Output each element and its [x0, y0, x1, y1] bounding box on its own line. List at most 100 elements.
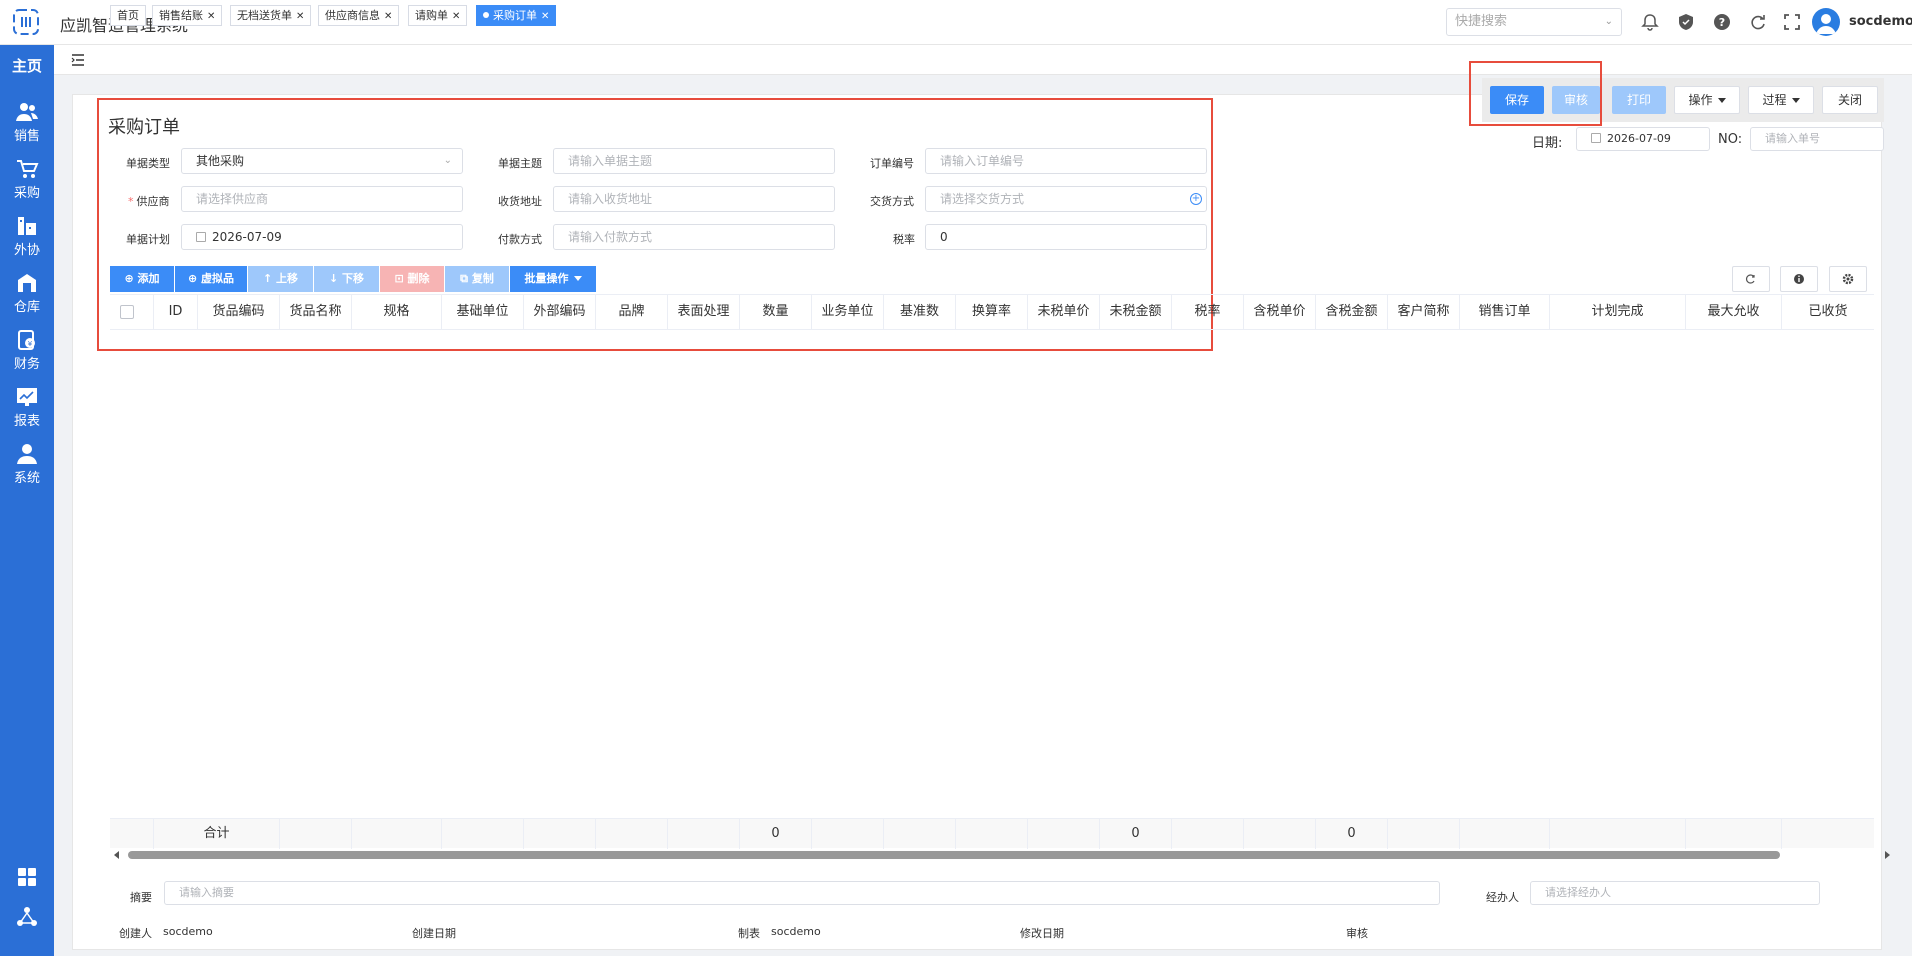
tab-supplier-info[interactable]: 供应商信息 ✕	[318, 5, 400, 26]
column-header[interactable]: 换算率	[956, 295, 1028, 329]
column-header[interactable]: 税率	[1172, 295, 1244, 329]
add-circle-icon[interactable]: +	[1190, 193, 1202, 205]
close-icon[interactable]: ✕	[541, 11, 549, 22]
move-up-button[interactable]: ↑ 上移	[248, 266, 313, 292]
tab-no-file-delivery[interactable]: 无档送货单 ✕	[230, 5, 312, 26]
column-header[interactable]: 基础单位	[442, 295, 524, 329]
select-all-checkbox[interactable]	[120, 305, 134, 319]
column-header[interactable]: 未税单价	[1028, 295, 1100, 329]
column-header[interactable]: ID	[154, 295, 198, 329]
copy-button[interactable]: ⧉ 复制	[445, 266, 509, 292]
tax-rate-input[interactable]: 0	[925, 224, 1207, 250]
network-icon[interactable]	[15, 905, 39, 929]
add-row-button[interactable]: ⊕ 添加	[110, 266, 174, 292]
column-header[interactable]: 未税金额	[1100, 295, 1172, 329]
sidebar-item-sales[interactable]: 销售	[0, 101, 54, 153]
batch-operation-dropdown[interactable]: 批量操作	[510, 266, 596, 292]
sidebar-item-finance[interactable]: ¥ 财务	[0, 329, 54, 381]
table-settings-button[interactable]	[1829, 266, 1867, 292]
sidebar-item-system[interactable]: 系统	[0, 443, 54, 495]
move-down-button[interactable]: ↓ 下移	[314, 266, 379, 292]
date-input[interactable]: 2026-07-09	[1576, 127, 1710, 151]
tab-purchase-request[interactable]: 请购单 ✕	[408, 5, 468, 26]
virtual-item-button[interactable]: ⊕ 虚拟品	[175, 266, 247, 292]
table-info-button[interactable]	[1780, 266, 1818, 292]
username[interactable]: socdemo	[1849, 14, 1912, 29]
sidebar-home[interactable]: 主页	[0, 55, 54, 76]
doc-plan-date-input[interactable]: 2026-07-09	[181, 224, 463, 250]
delete-button[interactable]: ⊡ 删除	[380, 266, 444, 292]
order-no-input[interactable]: 请输入订单编号	[925, 148, 1207, 174]
audit-button[interactable]: 审核	[1552, 86, 1600, 114]
no-input[interactable]: 请输入单号	[1750, 127, 1884, 151]
tab-label: 无档送货单	[237, 9, 292, 22]
column-header[interactable]: 基准数	[884, 295, 956, 329]
tab-label: 请购单	[415, 9, 448, 22]
avatar[interactable]	[1812, 8, 1840, 36]
sidebar-item-warehouse[interactable]: 仓库	[0, 272, 54, 324]
delivery-method-select[interactable]: 请选择交货方式 +	[925, 186, 1207, 212]
doc-type-select[interactable]: 其他采购 ⌄	[181, 148, 463, 174]
column-header[interactable]: 含税单价	[1244, 295, 1316, 329]
column-header[interactable]: 表面处理	[668, 295, 740, 329]
info-icon	[1794, 274, 1804, 284]
ship-address-input[interactable]: 请输入收货地址	[553, 186, 835, 212]
process-dropdown[interactable]: 过程	[1748, 86, 1814, 114]
table-refresh-button[interactable]	[1732, 266, 1770, 292]
footer-cell	[352, 819, 442, 849]
scroll-left-icon[interactable]	[114, 851, 119, 859]
doc-subject-input[interactable]: 请输入单据主题	[553, 148, 835, 174]
close-icon[interactable]: ✕	[384, 11, 392, 22]
scroll-right-icon[interactable]	[1885, 851, 1890, 859]
column-header[interactable]: 客户简称	[1388, 295, 1460, 329]
sidebar-item-label: 采购	[13, 186, 40, 201]
shield-icon[interactable]	[1676, 12, 1696, 32]
save-button[interactable]: 保存	[1490, 86, 1544, 114]
column-header[interactable]: 规格	[352, 295, 442, 329]
supplier-select[interactable]: 请选择供应商	[181, 186, 463, 212]
bell-icon[interactable]	[1640, 12, 1660, 32]
handler-label: 经办人	[1486, 891, 1519, 904]
tab-home[interactable]: 首页	[110, 5, 146, 26]
column-header[interactable]: 品牌	[596, 295, 668, 329]
refresh-icon[interactable]	[1748, 12, 1768, 32]
date-value: 2026-07-09	[1607, 132, 1671, 145]
help-icon[interactable]: ?	[1712, 12, 1732, 32]
column-header[interactable]: 计划完成	[1550, 295, 1686, 329]
menu-toggle-icon[interactable]	[70, 52, 86, 68]
tax-rate-label: 税率	[893, 233, 915, 246]
column-header[interactable]: 最大允收	[1686, 295, 1782, 329]
sidebar: 主页 销售 采购 外协 仓库 ¥ 财务 报表 系统	[0, 45, 54, 956]
column-header[interactable]: 货品名称	[280, 295, 352, 329]
fullscreen-icon[interactable]	[1782, 12, 1802, 32]
footer-cell	[1550, 819, 1686, 849]
quick-search-select[interactable]: 快捷搜索 ⌄	[1446, 8, 1622, 36]
column-header[interactable]: 数量	[740, 295, 812, 329]
column-header[interactable]: 已收货	[1782, 295, 1874, 329]
close-button[interactable]: 关闭	[1822, 86, 1878, 114]
handler-select[interactable]: 请选择经办人	[1530, 881, 1820, 905]
scrollbar-thumb[interactable]	[128, 851, 1780, 859]
sidebar-item-reports[interactable]: 报表	[0, 386, 54, 438]
footer-cell	[1460, 819, 1550, 849]
print-button[interactable]: 打印	[1612, 86, 1666, 114]
close-icon[interactable]: ✕	[296, 11, 304, 22]
operate-dropdown[interactable]: 操作	[1674, 86, 1740, 114]
column-header[interactable]: 货品编码	[198, 295, 280, 329]
sidebar-item-purchase[interactable]: 采购	[0, 158, 54, 210]
summary-input[interactable]: 请输入摘要	[164, 881, 1440, 905]
column-header[interactable]: 业务单位	[812, 295, 884, 329]
tab-sales-settlement[interactable]: 销售结账 ✕	[152, 5, 223, 26]
payment-method-input[interactable]: 请输入付款方式	[553, 224, 835, 250]
column-header[interactable]: 外部编码	[524, 295, 596, 329]
sidebar-item-outsource[interactable]: 外协	[0, 215, 54, 267]
column-header[interactable]: 含税金额	[1316, 295, 1388, 329]
horizontal-scrollbar[interactable]	[110, 848, 1890, 862]
column-header[interactable]: 销售订单	[1460, 295, 1550, 329]
close-icon[interactable]: ✕	[452, 11, 460, 22]
sidebar-item-label: 报表	[13, 414, 40, 429]
close-icon[interactable]: ✕	[207, 11, 215, 22]
tab-purchase-order[interactable]: 采购订单 ✕	[476, 5, 557, 26]
quick-search-placeholder: 快捷搜索	[1455, 14, 1508, 29]
grid-apps-icon[interactable]	[15, 865, 39, 889]
